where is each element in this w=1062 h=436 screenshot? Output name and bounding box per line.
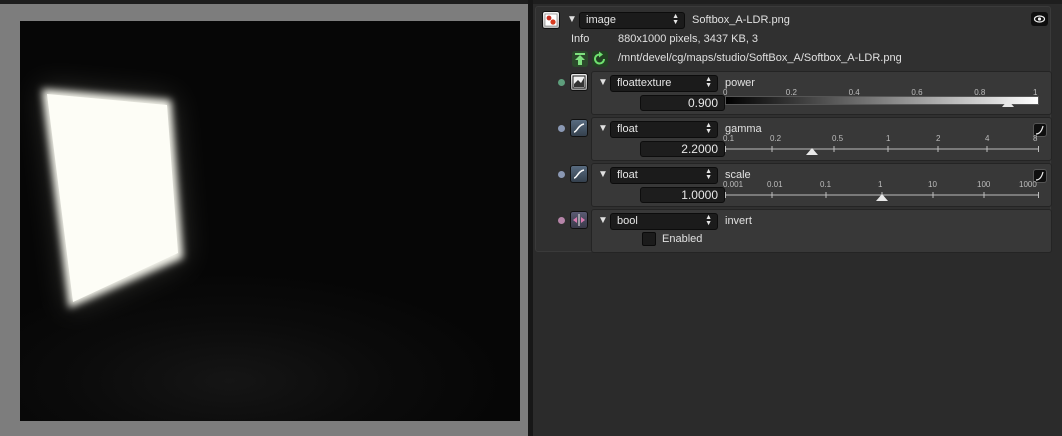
value-field-gamma[interactable]: 2.2000 [640,141,725,157]
load-image-icon[interactable] [572,51,588,67]
image-node-icon[interactable] [542,11,560,29]
param-type-dropdown-gamma[interactable]: float ▲ ▼ [610,121,718,138]
param-name-invert: invert [725,215,752,227]
tick-label: 4 [985,134,990,143]
node-type-label: image [586,14,616,26]
tick-label: 2 [936,134,941,143]
image-viewer[interactable] [0,4,528,436]
file-path: /mnt/devel/cg/maps/studio/SoftBox_A/Soft… [618,52,902,64]
tick-label: 100 [977,180,991,189]
param-collapse-triangle-icon[interactable]: ▼ [598,169,608,180]
eye-icon[interactable] [1031,12,1048,26]
parameter-panel: ▼ image ▲ ▼ Softbox_A-LDR.png Info 880x10… [533,4,1062,436]
param-type-dropdown-invert[interactable]: bool ▲ ▼ [610,213,718,230]
slider-ticks-scale: 0.001 0.01 0.1 1 10 100 1000 [723,180,1039,190]
tick-label: 0.001 [723,180,744,189]
dropdown-arrows-icon: ▲ ▼ [705,168,712,181]
param-type-label: bool [617,215,638,227]
dropdown-arrows-icon: ▲ ▼ [705,122,712,135]
param-connector-power[interactable] [558,79,565,86]
texture-param-icon[interactable] [570,73,588,91]
tick-label: 10 [928,180,937,189]
tick-label: 0.01 [767,180,783,189]
param-row-power: ▼ floattexture ▲ ▼ power 0.900 0 0.2 0.4 … [591,71,1052,115]
slider-handle-gamma[interactable] [806,148,818,155]
curve-param-icon[interactable] [570,165,588,183]
tick-label: 1000 [1019,180,1037,189]
param-connector-scale[interactable] [558,171,565,178]
param-type-label: float [617,123,638,135]
tick-label: 8 [1033,134,1038,143]
tick-label: 0.1 [820,180,832,189]
node-filename: Softbox_A-LDR.png [692,14,790,26]
tick-label: 0.2 [770,134,782,143]
bool-param-icon[interactable] [570,211,588,229]
tick-label: 0.5 [832,134,844,143]
param-connector-gamma[interactable] [558,125,565,132]
param-collapse-triangle-icon[interactable]: ▼ [598,215,608,226]
param-collapse-triangle-icon[interactable]: ▼ [598,123,608,134]
param-type-label: floattexture [617,77,672,89]
slider-track-gamma[interactable] [725,144,1039,152]
param-type-dropdown-scale[interactable]: float ▲ ▼ [610,167,718,184]
slider-handle-power[interactable] [1001,100,1014,107]
collapse-triangle-icon[interactable]: ▼ [567,14,577,25]
image-preview [20,21,520,421]
tick-label: 1 [878,180,883,189]
image-node: ▼ image ▲ ▼ Softbox_A-LDR.png Info 880x10… [535,6,1052,253]
enabled-checkbox[interactable] [642,232,656,246]
param-type-label: float [617,169,638,181]
param-connector-invert[interactable] [558,217,565,224]
info-text: 880x1000 pixels, 3437 KB, 3 [618,33,759,45]
slider-track-power[interactable] [725,96,1039,105]
node-type-dropdown[interactable]: image ▲ ▼ [579,12,685,29]
value-field-power[interactable]: 0.900 [640,95,725,111]
slider-ticks-gamma: 0.1 0.2 0.5 1 2 4 8 [723,134,1039,144]
param-row-scale: ▼ float ▲ ▼ scale 1.0000 0.001 0.01 0.1 1… [591,163,1052,207]
tick-label: 1 [886,134,891,143]
slider-handle-scale[interactable] [876,194,888,201]
reload-icon[interactable] [592,51,608,67]
curve-param-icon[interactable] [570,119,588,137]
param-collapse-triangle-icon[interactable]: ▼ [598,77,608,88]
dropdown-arrows-icon: ▲ ▼ [705,76,712,89]
tick-label: 0.1 [723,134,735,143]
info-label: Info [571,33,590,45]
param-row-gamma: ▼ float ▲ ▼ gamma 2.2000 0.1 0.2 0.5 1 2 … [591,117,1052,161]
softbox-image [41,87,185,310]
param-type-dropdown-power[interactable]: floattexture ▲ ▼ [610,75,718,92]
param-row-invert: ▼ bool ▲ ▼ invert Enabled [591,209,1052,253]
dropdown-arrows-icon: ▲ ▼ [672,13,679,26]
enabled-label: Enabled [662,233,703,245]
dropdown-arrows-icon: ▲ ▼ [705,214,712,227]
value-field-scale[interactable]: 1.0000 [640,187,725,203]
